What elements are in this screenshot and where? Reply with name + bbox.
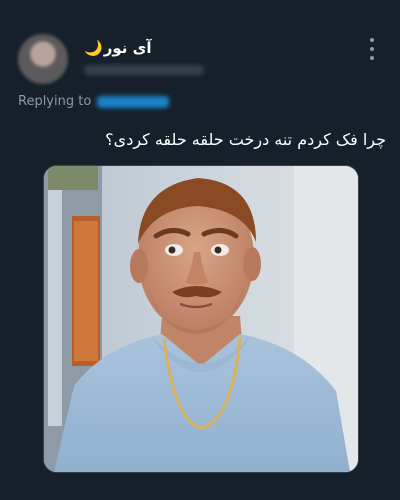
more-vertical-icon <box>370 38 374 42</box>
display-name[interactable]: آی نور 🌙 <box>84 38 151 58</box>
tweet-photo[interactable] <box>43 165 359 473</box>
replied-user-link[interactable] <box>97 95 170 108</box>
more-options-button[interactable] <box>364 38 380 60</box>
photo-image <box>44 166 358 472</box>
user-handle-blurred[interactable] <box>84 65 204 75</box>
moon-emoji-icon: 🌙 <box>84 39 103 57</box>
replying-to: Replying to <box>18 94 170 109</box>
replying-to-label: Replying to <box>18 94 92 109</box>
tweet-card: آی نور 🌙 Replying to چرا فک کردم تنه درخ… <box>0 0 400 500</box>
tweet-text: چرا فک کردم تنه درخت حلقه حلقه کردی؟ <box>105 130 386 149</box>
avatar[interactable] <box>18 34 68 84</box>
display-name-text: آی نور <box>103 39 152 57</box>
